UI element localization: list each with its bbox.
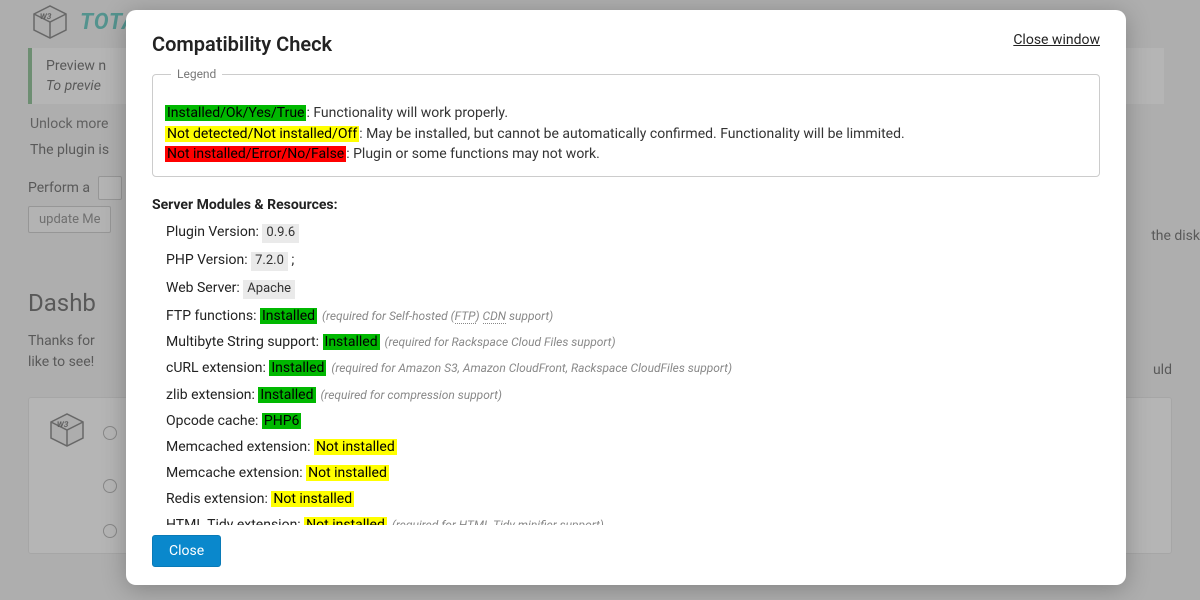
legend-green-badge: Installed/Ok/Yes/True: [165, 105, 306, 121]
module-row: FTP functions: Installed (required for S…: [166, 307, 1094, 325]
legend-label: Legend: [171, 66, 222, 83]
module-row-label: Web Server:: [166, 280, 243, 296]
module-row-value: Installed: [269, 360, 326, 376]
module-row-label: Multibyte String support:: [166, 334, 323, 350]
module-row: cURL extension: Installed (required for …: [166, 359, 1094, 377]
module-row-value: Not installed: [271, 491, 354, 507]
module-row-label: Memcached extension:: [166, 439, 314, 455]
module-row: Opcode cache: PHP6: [166, 412, 1094, 430]
module-row-hint: (required for Self-hosted (FTP) CDN supp…: [319, 309, 553, 323]
legend-row-red: Not installed/Error/No/False: Plugin or …: [165, 144, 1087, 164]
legend-fieldset: Legend Installed/Ok/Yes/True: Functional…: [152, 66, 1100, 177]
modal-title: Compatibility Check: [152, 32, 332, 56]
module-row: Multibyte String support: Installed (req…: [166, 333, 1094, 351]
legend-row-green: Installed/Ok/Yes/True: Functionality wil…: [165, 103, 1087, 123]
module-row: Memcache extension: Not installed: [166, 464, 1094, 482]
module-row-label: Memcache extension:: [166, 465, 306, 481]
module-row-value: Installed: [323, 334, 380, 350]
module-row-label: FTP functions:: [166, 308, 260, 324]
module-row: Memcached extension: Not installed: [166, 438, 1094, 456]
module-row-hint: (required for HTML Tidy minifier support…: [389, 518, 604, 525]
module-row-value: 7.2.0: [251, 252, 288, 271]
module-row-value: Not installed: [314, 439, 397, 455]
module-row-value: Not installed: [304, 517, 387, 525]
module-row-value: PHP6: [262, 413, 302, 429]
module-row-value: Apache: [243, 280, 295, 299]
legend-red-badge: Not installed/Error/No/False: [165, 146, 346, 162]
module-row: zlib extension: Installed (required for …: [166, 386, 1094, 404]
modules-heading: Server Modules & Resources:: [152, 197, 1100, 213]
module-row-label: HTML Tidy extension:: [166, 517, 304, 525]
module-row: Redis extension: Not installed: [166, 490, 1094, 508]
module-row-hint: (required for compression support): [318, 388, 502, 402]
module-row: PHP Version: 7.2.0 ;: [166, 251, 1094, 271]
module-row-label: Plugin Version:: [166, 224, 262, 240]
module-row-value: 0.9.6: [262, 224, 299, 243]
compatibility-check-modal: Compatibility Check Close window Legend …: [126, 10, 1126, 585]
module-row-hint: (required for Amazon S3, Amazon CloudFro…: [328, 361, 732, 375]
module-row-label: Opcode cache:: [166, 413, 262, 429]
close-window-link[interactable]: Close window: [1013, 32, 1100, 48]
modules-scroll[interactable]: Plugin Version: 0.9.6 PHP Version: 7.2.0 …: [152, 223, 1100, 525]
module-row-label: cURL extension:: [166, 360, 269, 376]
module-row-label: zlib extension:: [166, 387, 258, 403]
module-row-value: Installed: [258, 387, 315, 403]
legend-row-yellow: Not detected/Not installed/Off: May be i…: [165, 124, 1087, 144]
module-row-hint: (required for Rackspace Cloud Files supp…: [382, 335, 616, 349]
module-row: Web Server: Apache: [166, 279, 1094, 299]
close-button[interactable]: Close: [152, 535, 221, 567]
module-row-value: Not installed: [306, 465, 389, 481]
module-row-label: Redis extension:: [166, 491, 271, 507]
module-row-label: PHP Version:: [166, 252, 251, 268]
legend-yellow-badge: Not detected/Not installed/Off: [165, 126, 359, 142]
module-row: Plugin Version: 0.9.6: [166, 223, 1094, 243]
module-row: HTML Tidy extension: Not installed (requ…: [166, 516, 1094, 525]
module-row-value: Installed: [260, 308, 317, 324]
